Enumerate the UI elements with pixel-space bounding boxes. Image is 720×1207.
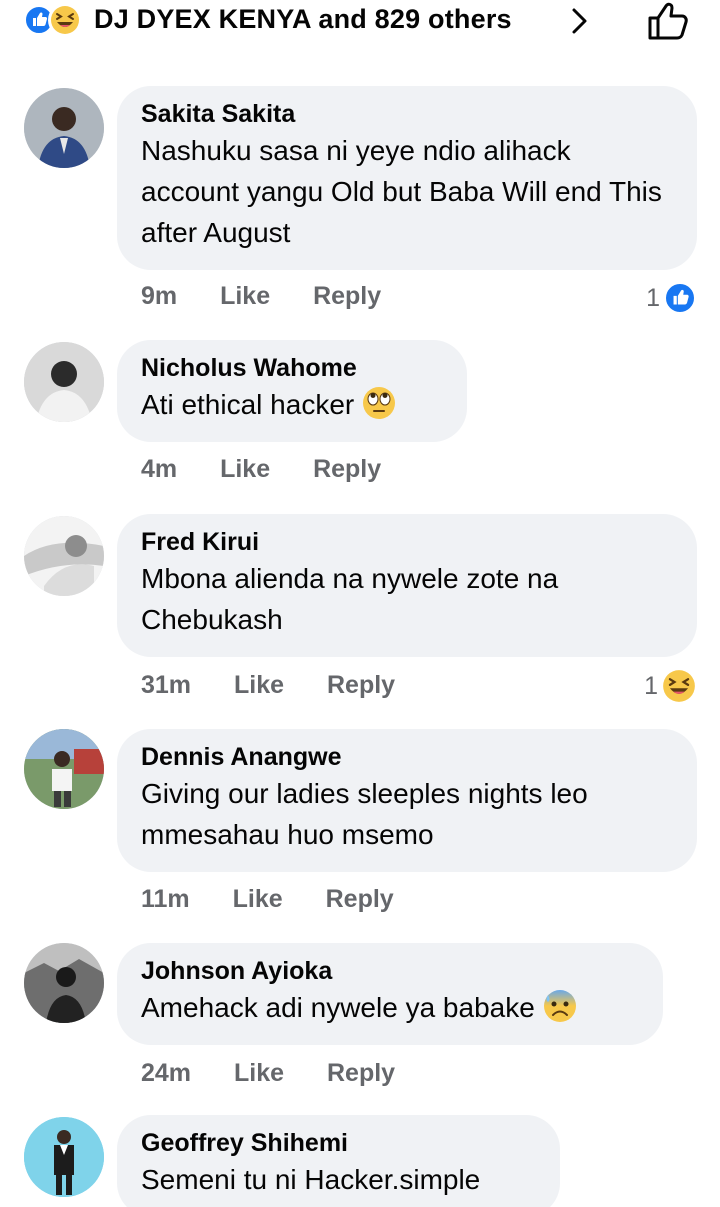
comment-bubble: Nicholus Wahome Ati ethical hacker — [117, 340, 467, 442]
like-button[interactable]: Like — [234, 1059, 284, 1088]
comment-time: 24m — [141, 1059, 192, 1087]
avatar[interactable] — [24, 943, 104, 1023]
comment-text: Semeni tu ni Hacker.simple — [141, 1164, 481, 1195]
comment-text-content: Ati ethical hacker — [141, 389, 355, 420]
comment-author[interactable]: Geoffrey Shihemi — [141, 1127, 536, 1159]
anxious-sweat-emoji-icon — [543, 990, 576, 1022]
comment-text-content: Amehack adi nywele ya babake — [141, 992, 535, 1023]
reply-button[interactable]: Reply — [313, 455, 381, 484]
like-button[interactable]: Like — [220, 455, 270, 484]
comment-actions: 24m Like Reply — [141, 1059, 431, 1088]
avatar[interactable] — [24, 88, 104, 168]
comment-actions: 4m Like Reply — [141, 455, 417, 484]
comment-bubble: Geoffrey Shihemi Semeni tu ni Hacker.sim… — [117, 1115, 560, 1207]
reactions-summary[interactable]: DJ DYEX KENYA and 829 others — [0, 0, 720, 44]
like-button[interactable]: Like — [220, 282, 270, 311]
like-outline-icon[interactable] — [645, 0, 691, 42]
like-reaction-icon — [664, 282, 696, 314]
reaction-count[interactable]: 1 — [644, 668, 696, 704]
comment-author[interactable]: Johnson Ayioka — [141, 955, 639, 987]
comment-text: Amehack adi nywele ya babake — [141, 987, 639, 1028]
comment-actions: 31m Like Reply — [141, 671, 431, 700]
comment-time: 11m — [141, 885, 190, 913]
reaction-icons — [24, 3, 88, 37]
comment-bubble: Fred Kirui Mbona alienda na nywele zote … — [117, 514, 697, 657]
avatar[interactable] — [24, 342, 104, 422]
chevron-right-icon[interactable] — [566, 4, 594, 38]
avatar[interactable] — [24, 1117, 104, 1197]
comment-author[interactable]: Sakita Sakita — [141, 98, 673, 130]
reply-button[interactable]: Reply — [313, 282, 381, 311]
haha-reaction-icon — [663, 670, 695, 702]
comment-text: Nashuku sasa ni yeye ndio alihack accoun… — [141, 135, 662, 248]
comment-author[interactable]: Fred Kirui — [141, 526, 673, 558]
avatar[interactable] — [24, 516, 104, 596]
haha-reaction-icon — [48, 3, 82, 37]
comment-time: 31m — [141, 671, 192, 699]
reaction-count-number: 1 — [644, 671, 658, 700]
like-button[interactable]: Like — [233, 885, 283, 914]
reactors-summary-text[interactable]: DJ DYEX KENYA and 829 others — [94, 4, 512, 35]
comment-text: Mbona alienda na nywele zote na Chebukas… — [141, 563, 559, 635]
comment-time: 4m — [141, 455, 178, 483]
eye-roll-emoji-icon — [363, 387, 396, 419]
like-button[interactable]: Like — [234, 671, 284, 700]
comment-text: Ati ethical hacker — [141, 384, 443, 425]
comment-author[interactable]: Dennis Anangwe — [141, 741, 673, 773]
reaction-count-number: 1 — [646, 283, 660, 312]
comment-bubble: Sakita Sakita Nashuku sasa ni yeye ndio … — [117, 86, 697, 270]
comment-time: 9m — [141, 282, 178, 310]
comment-author[interactable]: Nicholus Wahome — [141, 352, 443, 384]
reply-button[interactable]: Reply — [326, 885, 394, 914]
comment-bubble: Johnson Ayioka Amehack adi nywele ya bab… — [117, 943, 663, 1045]
avatar[interactable] — [24, 729, 104, 809]
comment-text: Giving our ladies sleeples nights leo mm… — [141, 778, 588, 850]
reply-button[interactable]: Reply — [327, 671, 395, 700]
reaction-count[interactable]: 1 — [646, 280, 696, 316]
reply-button[interactable]: Reply — [327, 1059, 395, 1088]
comment-bubble: Dennis Anangwe Giving our ladies sleeple… — [117, 729, 697, 872]
comment-actions: 9m Like Reply — [141, 282, 417, 311]
comment-actions: 11m Like Reply — [141, 885, 430, 914]
